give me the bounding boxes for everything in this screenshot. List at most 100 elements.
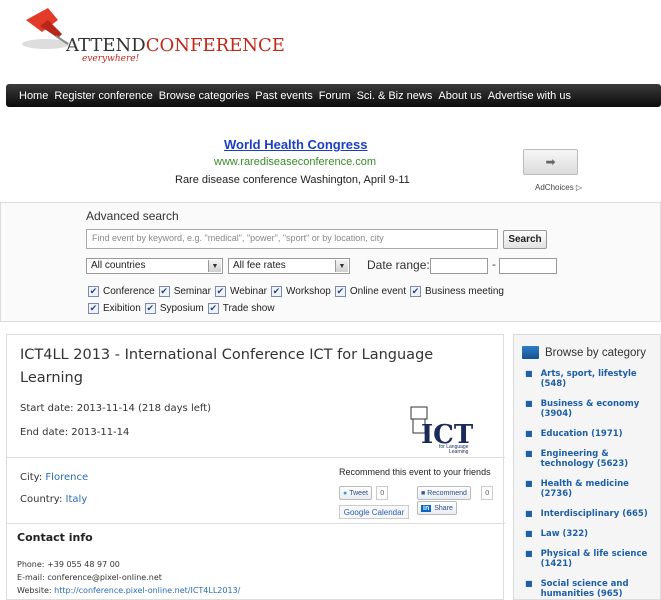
checkbox-business-meeting[interactable]: ✔ Business meeting <box>410 286 504 297</box>
country-select[interactable]: All countries ▼ <box>86 258 223 274</box>
bullet-icon: ■ <box>525 449 533 458</box>
divider <box>7 523 505 524</box>
bullet-icon: ■ <box>525 399 533 408</box>
event-country: Country: Italy <box>20 494 88 505</box>
event-detail-panel: ICT4LL 2013 - International Conference I… <box>6 334 505 600</box>
chevron-down-icon: ▼ <box>208 260 221 272</box>
checkmark-icon: ✔ <box>88 303 99 314</box>
site-logo[interactable]: ATTENDCONFERENCE everywhere! <box>8 2 285 74</box>
checkbox-online-event[interactable]: ✔ Online event <box>334 286 406 297</box>
bullet-icon: ■ <box>525 529 533 538</box>
category-item[interactable]: ■ Engineering & technology (5623) <box>525 449 655 469</box>
nav-sci-biz-news[interactable]: Sci. & Biz news <box>357 90 433 102</box>
recommend-heading: Recommend this event to your friends <box>339 467 491 477</box>
contact-email: E-mail: conference@pixel-online.net <box>17 573 162 582</box>
checkmark-icon: ✔ <box>144 303 156 314</box>
checkmark-icon: ✔ <box>334 286 346 297</box>
folder-icon <box>522 346 539 359</box>
search-button[interactable]: Search <box>503 230 547 249</box>
checkmark-icon: ✔ <box>410 286 422 297</box>
bullet-icon: ■ <box>525 549 533 558</box>
ad-url[interactable]: www.rarediseaseconference.com <box>214 156 376 168</box>
checkmark-icon: ✔ <box>88 286 99 297</box>
bullet-icon: ■ <box>525 429 533 438</box>
category-list: ■ Arts, sport, lifestyle (548) ■ Business … <box>525 369 655 600</box>
contact-phone: Phone: +39 055 48 97 00 <box>17 560 120 569</box>
tweet-button[interactable]: ● Tweet <box>339 486 372 500</box>
category-item[interactable]: ■ Health & medicine (2736) <box>525 479 655 499</box>
category-sidebar: Browse by category ■ Arts, sport, lifesty… <box>513 334 661 600</box>
adchoices-link[interactable]: AdChoices ▷ <box>535 183 582 192</box>
nav-register-conference[interactable]: Register conference <box>54 90 152 102</box>
nav-about-us[interactable]: About us <box>438 90 481 102</box>
logo-tagline: everywhere! <box>82 54 140 64</box>
linkedin-icon: in <box>421 504 432 512</box>
date-range-label: Date range: <box>367 258 430 272</box>
event-start-date: Start date: 2013-11-14 (218 days left) <box>20 403 212 414</box>
nav-past-events[interactable]: Past events <box>255 90 312 102</box>
bullet-icon: ■ <box>525 579 533 588</box>
contact-heading: Contact info <box>17 531 93 544</box>
category-item[interactable]: ■ Business & economy (3904) <box>525 399 655 419</box>
event-end-date: End date: 2013-11-14 <box>20 427 130 438</box>
ad-title-link[interactable]: World Health Congress <box>224 137 368 152</box>
category-item[interactable]: ■ Arts, sport, lifestyle (548) <box>525 369 655 389</box>
category-item[interactable]: ■ Law (322) <box>525 529 655 539</box>
ict-logo-icon: ICT for Language Learning <box>410 406 474 455</box>
nav-home[interactable]: Home <box>19 90 48 102</box>
divider <box>7 457 505 458</box>
checkbox-seminar[interactable]: ✔ Seminar <box>158 286 211 297</box>
checkbox-syposium[interactable]: ✔ Syposium <box>144 303 204 314</box>
fee-select[interactable]: All fee rates ▼ <box>228 258 350 274</box>
checkbox-webinar[interactable]: ✔ Webinar <box>214 286 267 297</box>
date-dash: - <box>492 258 496 271</box>
facebook-recommend-button[interactable]: ■ Recommend <box>417 486 471 500</box>
svg-text:Learning: Learning <box>449 449 469 455</box>
checkbox-exibition[interactable]: ✔ Exibition <box>88 303 141 314</box>
city-link[interactable]: Florence <box>45 472 88 483</box>
date-from-input[interactable] <box>430 258 488 274</box>
ad-arrow-button[interactable]: ➡ <box>523 149 578 175</box>
ad-description: Rare disease conference Washington, Apri… <box>175 174 410 186</box>
nav-advertise[interactable]: Advertise with us <box>488 90 571 102</box>
event-type-row-1: ✔ Conference ✔ Seminar ✔ Webinar ✔ Workshop … <box>88 286 508 297</box>
ad-banner: World Health Congress www.rarediseasecon… <box>0 130 661 192</box>
logo-wordmark: ATTENDCONFERENCE <box>66 35 285 56</box>
arrow-right-icon: ➡ <box>545 155 556 169</box>
chevron-down-icon: ▼ <box>335 260 348 272</box>
website-link[interactable]: http://conference.pixel-online.net/ICT4L… <box>54 586 240 595</box>
nav-browse-categories[interactable]: Browse categories <box>159 90 250 102</box>
nav-forum[interactable]: Forum <box>319 90 351 102</box>
checkbox-trade-show[interactable]: ✔ Trade show <box>207 303 275 314</box>
advanced-search-panel: Advanced search Find event by keyword, e… <box>0 202 661 322</box>
checkbox-conference[interactable]: ✔ Conference <box>88 286 155 297</box>
checkmark-icon: ✔ <box>214 286 226 297</box>
event-type-row-2: ✔ Exibition ✔ Syposium ✔ Trade show <box>88 303 279 314</box>
facebook-count: 0 <box>481 486 494 500</box>
contact-website: Website: http://conference.pixel-online.… <box>17 586 241 595</box>
bullet-icon: ■ <box>525 369 533 378</box>
category-item[interactable]: ■ Education (1971) <box>525 429 655 439</box>
search-input[interactable]: Find event by keyword, e.g. "medical", "… <box>86 229 498 249</box>
event-city: City: Florence <box>20 472 89 483</box>
checkmark-icon: ✔ <box>158 286 170 297</box>
category-item[interactable]: ■ Social science and humanities (965) <box>525 579 655 599</box>
checkbox-workshop[interactable]: ✔ Workshop <box>271 286 331 297</box>
tweet-count: 0 <box>376 486 389 500</box>
advanced-search-title: Advanced search <box>86 209 179 223</box>
category-item[interactable]: ■ Interdisciplinary (665) <box>525 509 655 519</box>
twitter-icon: ● <box>343 489 348 497</box>
main-nav: Home Register conference Browse categori… <box>6 84 661 107</box>
checkmark-icon: ✔ <box>207 303 219 314</box>
event-title: ICT4LL 2013 - International Conference I… <box>20 347 434 386</box>
category-item[interactable]: ■ Physical & life science (1421) <box>525 549 655 569</box>
bullet-icon: ■ <box>525 509 533 518</box>
event-logo: ICT for Language Learning <box>409 403 481 455</box>
country-link[interactable]: Italy <box>66 494 88 505</box>
date-to-input[interactable] <box>499 258 557 274</box>
google-calendar-button[interactable]: Google Calendar <box>339 505 409 519</box>
facebook-icon: ■ <box>421 489 426 497</box>
linkedin-share-button[interactable]: in Share <box>417 501 457 515</box>
bullet-icon: ■ <box>525 479 533 488</box>
checkmark-icon: ✔ <box>271 286 283 297</box>
